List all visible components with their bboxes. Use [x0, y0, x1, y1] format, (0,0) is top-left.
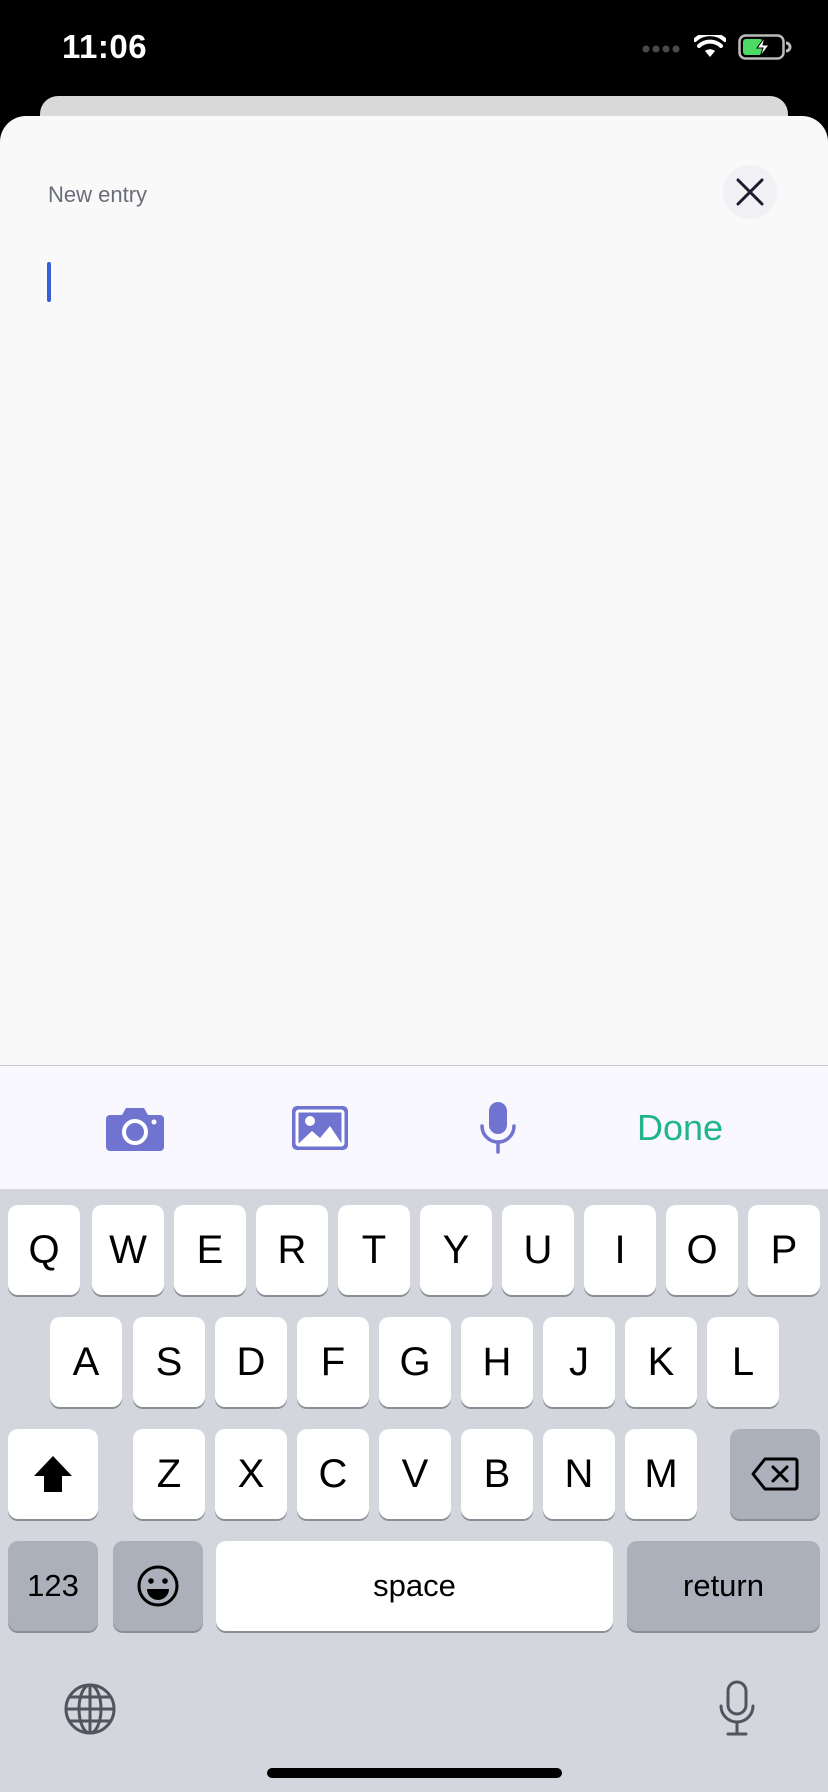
- key-p[interactable]: P: [748, 1205, 820, 1295]
- emoji-key[interactable]: [113, 1541, 203, 1631]
- key-d[interactable]: D: [215, 1317, 287, 1407]
- entry-text-area[interactable]: [40, 246, 788, 1046]
- key-a[interactable]: A: [50, 1317, 122, 1407]
- shift-key[interactable]: [8, 1429, 98, 1519]
- battery-charging-icon: [738, 34, 792, 65]
- camera-button[interactable]: [95, 1066, 175, 1190]
- key-h[interactable]: H: [461, 1317, 533, 1407]
- key-m[interactable]: M: [625, 1429, 697, 1519]
- new-entry-sheet: New entry: [0, 116, 828, 1066]
- return-key[interactable]: return: [627, 1541, 820, 1631]
- numbers-key[interactable]: 123: [8, 1541, 98, 1631]
- key-o[interactable]: O: [666, 1205, 738, 1295]
- key-i[interactable]: I: [584, 1205, 656, 1295]
- keyboard: Q W E R T Y U I O P A S D F G H J K L Z …: [0, 1189, 828, 1792]
- dictation-microphone-icon: [719, 1680, 755, 1736]
- backspace-key[interactable]: [730, 1429, 820, 1519]
- status-bar: 11:06: [0, 0, 828, 96]
- key-l[interactable]: L: [707, 1317, 779, 1407]
- dictation-button[interactable]: [710, 1677, 764, 1741]
- shift-icon: [34, 1456, 72, 1492]
- key-c[interactable]: C: [297, 1429, 369, 1519]
- emoji-icon: [137, 1565, 179, 1607]
- key-k[interactable]: K: [625, 1317, 697, 1407]
- key-q[interactable]: Q: [8, 1205, 80, 1295]
- key-x[interactable]: X: [215, 1429, 287, 1519]
- key-g[interactable]: G: [379, 1317, 451, 1407]
- key-w[interactable]: W: [92, 1205, 164, 1295]
- key-v[interactable]: V: [379, 1429, 451, 1519]
- key-y[interactable]: Y: [420, 1205, 492, 1295]
- key-f[interactable]: F: [297, 1317, 369, 1407]
- done-button[interactable]: Done: [620, 1066, 740, 1190]
- key-r[interactable]: R: [256, 1205, 328, 1295]
- close-button[interactable]: [723, 165, 777, 219]
- entry-toolbar: Done: [0, 1065, 828, 1190]
- microphone-icon: [479, 1102, 516, 1154]
- globe-button[interactable]: [60, 1679, 120, 1739]
- key-e[interactable]: E: [174, 1205, 246, 1295]
- key-s[interactable]: S: [133, 1317, 205, 1407]
- entry-title: New entry: [48, 182, 148, 207]
- cellular-signal-icon: [642, 41, 682, 59]
- status-time: 11:06: [62, 28, 148, 65]
- image-icon: [292, 1106, 348, 1150]
- status-icons: [642, 32, 792, 65]
- close-icon: [736, 178, 764, 206]
- camera-icon: [106, 1108, 164, 1151]
- text-cursor: [47, 262, 51, 302]
- image-button[interactable]: [275, 1066, 365, 1190]
- wifi-icon: [693, 32, 727, 64]
- key-n[interactable]: N: [543, 1429, 615, 1519]
- key-z[interactable]: Z: [133, 1429, 205, 1519]
- key-t[interactable]: T: [338, 1205, 410, 1295]
- globe-icon: [64, 1683, 116, 1735]
- microphone-button[interactable]: [455, 1066, 540, 1190]
- key-u[interactable]: U: [502, 1205, 574, 1295]
- key-j[interactable]: J: [543, 1317, 615, 1407]
- key-b[interactable]: B: [461, 1429, 533, 1519]
- space-key[interactable]: space: [216, 1541, 613, 1631]
- backspace-icon: [751, 1457, 799, 1491]
- home-indicator: [267, 1768, 562, 1778]
